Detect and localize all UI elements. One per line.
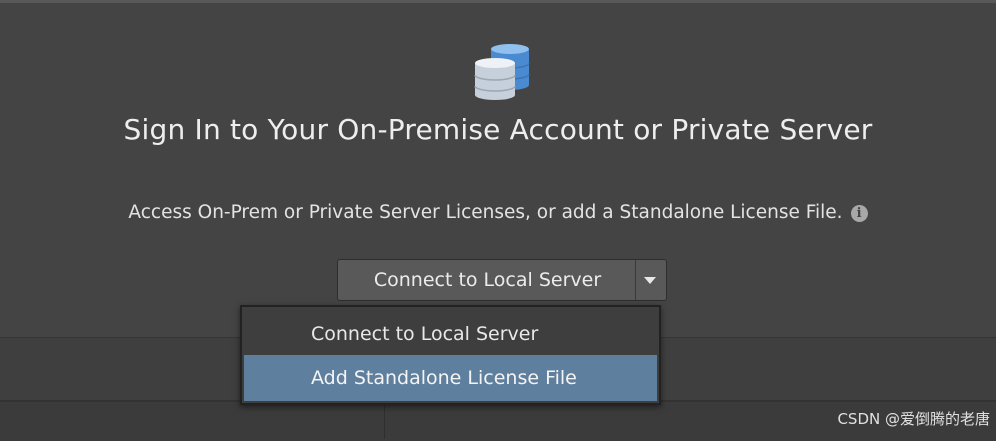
- page-title: Sign In to Your On-Premise Account or Pr…: [123, 113, 873, 146]
- info-icon[interactable]: i: [850, 205, 868, 222]
- subtitle-label: Access On-Prem or Private Server License…: [128, 202, 843, 223]
- menu-item-add-standalone-license[interactable]: Add Standalone License File: [244, 355, 657, 401]
- connect-split-button: Connect to Local Server: [337, 259, 667, 301]
- chevron-down-icon[interactable]: [635, 260, 666, 300]
- database-icon: [474, 44, 530, 100]
- subtitle-text: Access On-Prem or Private Server License…: [0, 202, 996, 223]
- menu-item-connect-local-server[interactable]: Connect to Local Server: [244, 311, 657, 357]
- connect-local-server-button[interactable]: Connect to Local Server: [338, 260, 635, 300]
- watermark-text: CSDN @爱倒腾的老唐: [837, 410, 990, 428]
- bottom-panel-divider: [384, 402, 385, 439]
- connect-dropdown-menu: Connect to Local Server Add Standalone L…: [240, 305, 661, 405]
